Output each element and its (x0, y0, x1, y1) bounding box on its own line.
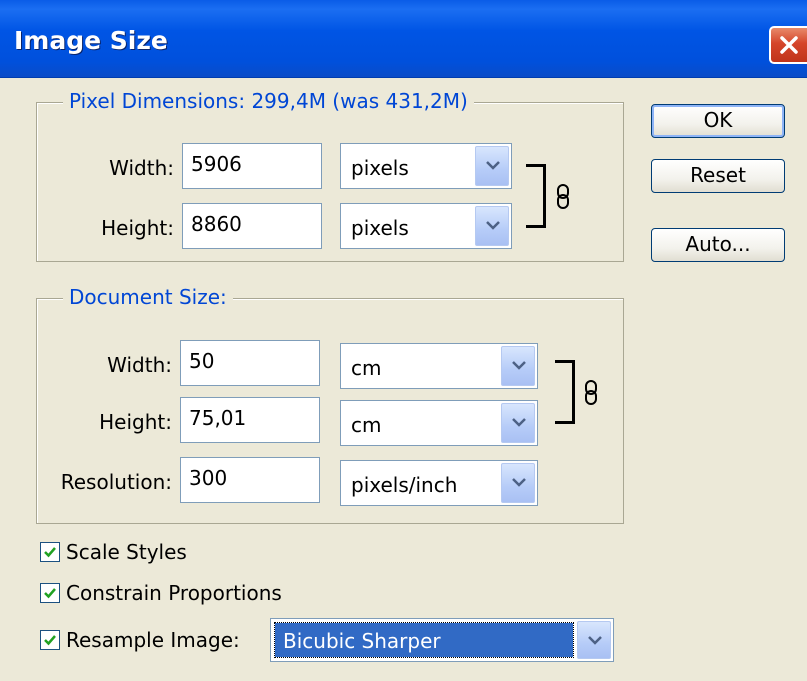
pixel-height-unit-select[interactable]: pixels (340, 203, 512, 249)
resolution-label: Resolution: (60, 470, 172, 494)
pixel-width-label: Width: (109, 156, 174, 180)
chain-link-icon (557, 184, 569, 209)
dropdown-arrow[interactable] (501, 346, 535, 386)
dropdown-arrow[interactable] (501, 403, 535, 443)
auto-button[interactable]: Auto... (651, 228, 785, 262)
resolution-input[interactable]: 300 (180, 457, 320, 503)
chevron-down-icon (512, 478, 526, 487)
pixel-width-unit-select[interactable]: pixels (340, 143, 512, 189)
resample-method-select[interactable]: Bicubic Sharper (270, 618, 614, 662)
doc-width-unit-select[interactable]: cm (340, 343, 538, 389)
pixel-height-unit-value: pixels (351, 216, 409, 240)
constrain-proportions-label: Constrain Proportions (66, 581, 282, 605)
pixel-width-input[interactable]: 5906 (182, 143, 322, 189)
pixel-height-label: Height: (101, 216, 174, 240)
scale-styles-option[interactable]: Scale Styles (40, 540, 280, 564)
pixel-constrain-bracket (526, 164, 546, 228)
close-icon (780, 36, 798, 54)
dropdown-arrow[interactable] (577, 621, 611, 659)
window-title: Image Size (14, 26, 168, 55)
dropdown-arrow[interactable] (475, 146, 509, 186)
chevron-down-icon (512, 418, 526, 427)
chevron-down-icon (512, 361, 526, 370)
checkmark-icon (44, 635, 56, 646)
resample-image-checkbox[interactable] (40, 630, 60, 650)
doc-width-input[interactable]: 50 (180, 340, 320, 386)
doc-height-unit-value: cm (351, 413, 382, 437)
chevron-down-icon (486, 161, 500, 170)
checkmark-icon (44, 588, 56, 599)
checkmark-icon (44, 547, 56, 558)
resolution-unit-value: pixels/inch (351, 473, 458, 497)
reset-button[interactable]: Reset (651, 159, 785, 193)
title-bar: Image Size (0, 0, 807, 78)
doc-height-unit-select[interactable]: cm (340, 400, 538, 446)
pixel-height-input[interactable]: 8860 (182, 203, 322, 249)
resample-image-option[interactable]: Resample Image: (40, 628, 270, 652)
close-button[interactable] (769, 26, 807, 64)
dropdown-arrow[interactable] (475, 206, 509, 246)
doc-height-input[interactable]: 75,01 (180, 397, 320, 443)
doc-width-label: Width: (107, 353, 172, 377)
pixel-dimensions-legend: Pixel Dimensions: 299,4M (was 431,2M) (63, 89, 474, 113)
resample-image-label: Resample Image: (66, 628, 240, 652)
resolution-unit-select[interactable]: pixels/inch (340, 460, 538, 506)
document-size-legend: Document Size: (63, 285, 233, 309)
ok-button[interactable]: OK (651, 104, 785, 138)
doc-constrain-bracket (555, 360, 575, 424)
chain-link-icon (585, 380, 597, 405)
scale-styles-checkbox[interactable] (40, 542, 60, 562)
scale-styles-label: Scale Styles (66, 540, 187, 564)
constrain-proportions-option[interactable]: Constrain Proportions (40, 581, 340, 605)
resample-method-value: Bicubic Sharper (274, 622, 574, 658)
chevron-down-icon (486, 221, 500, 230)
dropdown-arrow[interactable] (501, 463, 535, 503)
doc-width-unit-value: cm (351, 356, 382, 380)
constrain-proportions-checkbox[interactable] (40, 583, 60, 603)
chevron-down-icon (588, 636, 602, 645)
pixel-width-unit-value: pixels (351, 156, 409, 180)
doc-height-label: Height: (99, 410, 172, 434)
